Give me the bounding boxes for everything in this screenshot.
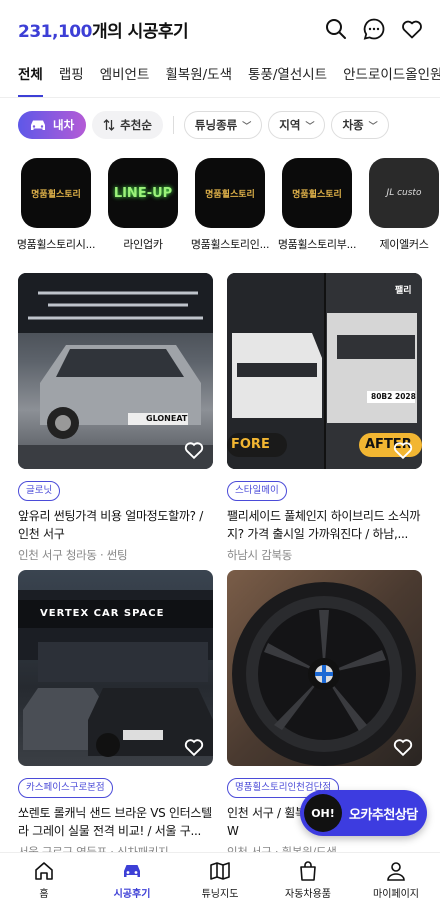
shop-badge: 스타일메이 xyxy=(227,481,287,501)
chevron-down-icon: ﹀ xyxy=(242,121,252,132)
tuning-type-label: 튜닝종류 xyxy=(194,118,238,132)
review-title: 팰리세이드 풀체인지 하이브리드 소식까지? 가격 출시일 가까워진다 / 하남… xyxy=(227,509,421,541)
search-icon[interactable] xyxy=(324,17,348,41)
review-meta: 인천 서구 청라동 · 썬팅 xyxy=(18,548,128,562)
page-title: 231,100개의 시공후기 xyxy=(18,17,189,42)
region-filter[interactable]: 지역 ﹀ xyxy=(268,111,326,139)
home-icon xyxy=(35,861,53,880)
nav-label: 시공후기 xyxy=(113,888,151,900)
car-model-label: 차종 xyxy=(342,118,364,132)
review-card[interactable]: FORE AFTER 80B2 2028 팰리 스타일메이 팰리세이드 풀체인지… xyxy=(227,273,422,563)
before-label: FORE xyxy=(231,437,270,452)
nav-my-page[interactable]: 마이페이지 xyxy=(352,853,440,906)
nav-label: 자동차용품 xyxy=(285,888,331,900)
tuning-type-filter[interactable]: 튜닝종류 ﹀ xyxy=(183,111,263,139)
photo-caption: GLONEAT xyxy=(146,414,188,423)
shop-item[interactable]: JL custo 제이엘커스 xyxy=(366,158,440,254)
category-tabs: 전체 랩핑 엠비언트 휠복원/도색 통풍/열선시트 안드로이드올인원 xyxy=(0,58,440,98)
review-photo: VERTEX CAR SPACE xyxy=(18,570,213,766)
shop-badge: 카스페이스구로본점 xyxy=(18,778,113,798)
nav-car-goods[interactable]: 자동차용품 xyxy=(264,853,352,906)
chevron-down-icon: ﹀ xyxy=(368,121,378,132)
nav-tuning-map[interactable]: 튜닝지도 xyxy=(176,853,264,906)
review-photo: GLONEAT xyxy=(18,273,213,469)
nav-home[interactable]: 홈 xyxy=(0,853,88,906)
review-count: 231,100 xyxy=(18,21,92,42)
tab-ambient[interactable]: 엠비언트 xyxy=(100,58,150,97)
review-card[interactable]: VERTEX CAR SPACE 카스페이스구로본점 쏘렌토 롤캐닉 샌드 브라… xyxy=(18,570,213,860)
shop-item[interactable]: 명품휠스토리 명품휠스토리시... xyxy=(16,158,96,254)
filter-bar: 내차 추천순 튜닝종류 ﹀ 지역 ﹀ 차종 ﹀ xyxy=(0,110,440,140)
tab-wrapping[interactable]: 랩핑 xyxy=(59,58,84,97)
car-model-filter[interactable]: 차종 ﹀ xyxy=(331,111,389,139)
heart-icon[interactable] xyxy=(183,736,205,758)
nav-label: 튜닝지도 xyxy=(201,888,239,900)
tab-all[interactable]: 전체 xyxy=(18,58,43,97)
review-title: 쏘렌토 롤캐닉 샌드 브라운 VS 인터스텔라 그레이 실물 전격 비교! / … xyxy=(18,806,212,838)
shop-badge: 글로닛 xyxy=(18,481,61,501)
heart-icon[interactable] xyxy=(183,439,205,461)
shop-item[interactable]: 명품휠스토리 명품휠스토리인... xyxy=(190,158,270,254)
sort-icon xyxy=(103,119,115,131)
review-title: 앞유리 썬팅가격 비용 얼마정도할까? / 인천 서구 xyxy=(18,509,203,541)
shop-name: 명품휠스토리인... xyxy=(190,238,270,251)
chat-icon[interactable] xyxy=(362,17,386,41)
heart-icon[interactable] xyxy=(392,439,414,461)
shop-carousel: 명품휠스토리 명품휠스토리시... LINE-UP 라인업카 명품휠스토리 명품… xyxy=(0,158,440,254)
review-meta: 하남시 감북동 xyxy=(227,548,293,562)
chevron-down-icon: ﹀ xyxy=(305,121,315,132)
shop-name: 라인업카 xyxy=(123,238,163,251)
car-icon xyxy=(31,120,45,130)
shop-logo: 명품휠스토리 xyxy=(282,158,352,228)
sort-button[interactable]: 추천순 xyxy=(92,111,163,139)
review-photo: FORE AFTER 80B2 2028 팰리 xyxy=(227,273,422,469)
my-car-filter[interactable]: 내차 xyxy=(18,111,87,139)
nav-label: 마이페이지 xyxy=(373,888,419,900)
shopping-bag-icon xyxy=(300,860,316,881)
car-icon xyxy=(124,864,140,877)
tab-ventilated-seat[interactable]: 통풍/열선시트 xyxy=(248,58,327,97)
oh-logo: OH! xyxy=(304,794,342,832)
license-plate: 80B2 2028 xyxy=(371,392,416,401)
review-photo xyxy=(227,570,422,766)
filter-divider xyxy=(172,116,174,134)
shop-logo: JL custo xyxy=(369,158,439,228)
map-icon xyxy=(210,861,230,880)
shop-name: 제이엘커스 xyxy=(379,238,429,251)
nav-label: 홈 xyxy=(39,888,49,900)
shop-logo: 명품휠스토리 xyxy=(195,158,265,228)
review-card[interactable]: GLONEAT 글로닛 앞유리 썬팅가격 비용 얼마정도할까? / 인천 서구 … xyxy=(18,273,213,563)
shop-name: 명품휠스토리시... xyxy=(16,238,96,251)
my-car-label: 내차 xyxy=(53,118,75,132)
shop-item[interactable]: LINE-UP 라인업카 xyxy=(105,158,181,254)
heart-icon[interactable] xyxy=(392,736,414,758)
shop-logo: LINE-UP xyxy=(108,158,178,228)
shop-sign: VERTEX CAR SPACE xyxy=(40,608,165,619)
shop-logo: 명품휠스토리 xyxy=(21,158,91,228)
page-title-suffix: 개의 시공후기 xyxy=(91,21,189,42)
sort-label: 추천순 xyxy=(120,118,152,132)
consult-fab-button[interactable]: OH! 오카추천상담 xyxy=(300,790,427,836)
brand-text: 팰리 xyxy=(395,286,412,296)
shop-name: 명품휠스토리부... xyxy=(277,238,357,251)
tab-wheel-repair[interactable]: 휠복원/도색 xyxy=(165,58,232,97)
shop-item[interactable]: 명품휠스토리 명품휠스토리부... xyxy=(277,158,357,254)
fab-label: 오카추천상담 xyxy=(349,807,418,823)
user-icon xyxy=(387,861,405,881)
tab-android[interactable]: 안드로이드올인원 xyxy=(343,58,440,97)
region-label: 지역 xyxy=(279,118,301,132)
bottom-nav: 홈 시공후기 튜닝지도 자동차용품 마이페이지 xyxy=(0,852,440,906)
header: 231,100개의 시공후기 xyxy=(0,0,440,58)
nav-reviews[interactable]: 시공후기 xyxy=(88,853,176,906)
heart-icon[interactable] xyxy=(400,17,424,41)
